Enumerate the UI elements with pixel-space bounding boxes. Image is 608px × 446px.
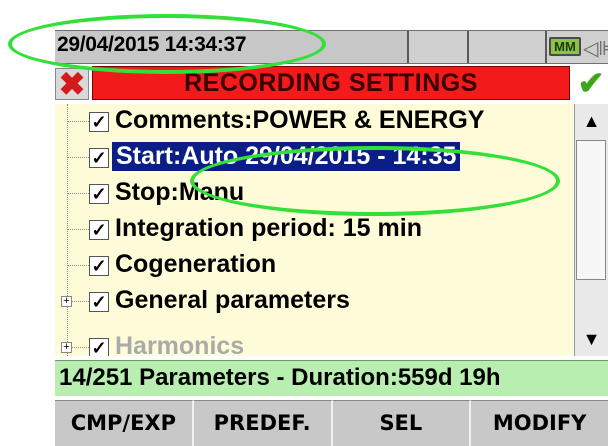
tree-item-general-parameters[interactable]: + ✓ General parameters [55, 284, 573, 318]
checkmark-icon[interactable]: ✔ [574, 67, 608, 100]
scrollbar[interactable]: ▲ ▼ [574, 104, 608, 356]
scroll-down-arrow-icon[interactable]: ▼ [575, 322, 608, 356]
tree-item-label: General parameters [115, 286, 350, 314]
modify-button[interactable]: MODIFY [471, 400, 608, 446]
expand-icon[interactable]: + [61, 296, 72, 307]
plug-icon: ◁⊫ [583, 38, 608, 60]
battery-icon: ΜΜ [549, 37, 581, 56]
tree-item-comments[interactable]: ✓ Comments:POWER & ENERGY [55, 104, 573, 138]
close-icon[interactable]: ✖ [55, 68, 89, 100]
tree-item-cogeneration[interactable]: ✓ Cogeneration [55, 248, 573, 282]
checkbox[interactable]: ✓ [89, 338, 109, 356]
tree-item-harmonics[interactable]: + ✓ Harmonics [55, 330, 573, 356]
scroll-up-arrow-icon[interactable]: ▲ [575, 104, 608, 138]
status-cell-2 [467, 31, 545, 63]
tree-item-integration-period[interactable]: ✓ Integration period: 15 min [55, 212, 573, 246]
sel-button[interactable]: SEL [332, 400, 472, 446]
checkbox[interactable]: ✓ [89, 184, 109, 204]
tree-item-label: Integration period: 15 min [115, 214, 422, 242]
cmp-exp-button[interactable]: CMP/EXP [55, 400, 194, 446]
highlight-oval-start [190, 146, 560, 216]
softkey-bar: CMP/EXP PREDEF. SEL MODIFY [55, 400, 608, 446]
parameters-info-bar: 14/251 Parameters - Duration:559d 19h [55, 360, 608, 396]
checkbox[interactable]: ✓ [89, 220, 109, 240]
tree-item-label: Harmonics [115, 332, 245, 356]
status-cell-1 [407, 31, 467, 63]
checkbox[interactable]: ✓ [89, 148, 109, 168]
tree-item-label: Cogeneration [115, 250, 277, 278]
tree-item-label: Comments:POWER & ENERGY [115, 106, 485, 134]
checkbox[interactable]: ✓ [89, 292, 109, 312]
expand-icon[interactable]: + [61, 342, 72, 353]
settings-tree: ✓ Comments:POWER & ENERGY ✓ Start:Auto 2… [55, 104, 573, 356]
scroll-thumb[interactable] [576, 140, 606, 280]
checkbox[interactable]: ✓ [89, 112, 109, 132]
checkbox[interactable]: ✓ [89, 256, 109, 276]
predef-button[interactable]: PREDEF. [193, 400, 333, 446]
highlight-oval-datetime [8, 14, 326, 74]
